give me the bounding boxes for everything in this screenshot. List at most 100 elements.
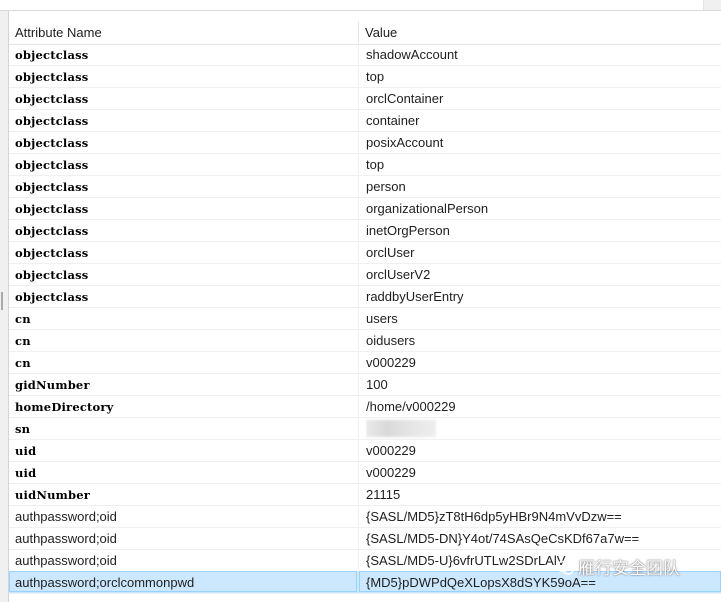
attribute-row[interactable]: uid v000229	[9, 462, 721, 484]
attribute-value-cell: v000229	[366, 443, 416, 458]
attribute-name-cell: uid	[15, 466, 37, 480]
attribute-row[interactable]: objectclass orclContainer	[9, 88, 721, 110]
attribute-row[interactable]: objectclass container	[9, 110, 721, 132]
attribute-table-body: objectclass shadowAccount objectclass top ob…	[9, 44, 721, 594]
attribute-row[interactable]: objectclass inetOrgPerson	[9, 220, 721, 242]
attribute-name-cell: authpassword;oid	[15, 531, 117, 546]
cell-divider	[358, 418, 359, 439]
attribute-value-cell: posixAccount	[366, 135, 444, 150]
attribute-row[interactable]: sn	[9, 418, 721, 440]
attribute-row[interactable]: objectclass top	[9, 154, 721, 176]
scrollbar-stub[interactable]	[703, 0, 721, 10]
attribute-value-cell: inetOrgPerson	[366, 223, 450, 238]
attribute-name-cell: objectclass	[15, 114, 89, 128]
attribute-value-cell: users	[366, 311, 398, 326]
column-header-value[interactable]: Value	[365, 22, 397, 44]
attribute-name-cell: objectclass	[15, 246, 89, 260]
attribute-name-cell: authpassword;orclcommonpwd	[9, 571, 357, 592]
cell-divider	[358, 132, 359, 153]
attribute-value-cell: raddbyUserEntry	[366, 289, 464, 304]
cell-divider	[358, 550, 359, 571]
splitter-grip[interactable]	[1, 292, 3, 310]
attribute-value-cell: 21115	[366, 487, 401, 502]
attribute-row[interactable]: uidNumber 21115	[9, 484, 721, 506]
attribute-table-header: Attribute Name Value	[9, 22, 721, 45]
redaction-blur	[366, 420, 436, 437]
cell-divider	[358, 198, 359, 219]
cell-divider	[358, 88, 359, 109]
attribute-row[interactable]: objectclass shadowAccount	[9, 44, 721, 66]
attribute-name-cell: objectclass	[15, 92, 89, 106]
attribute-name-cell: objectclass	[15, 224, 89, 238]
attribute-row[interactable]: homeDirectory/home/v000229	[9, 396, 721, 418]
attribute-name-cell: homeDirectory	[15, 400, 114, 414]
column-header-attribute-name[interactable]: Attribute Name	[15, 22, 102, 44]
cell-divider	[358, 528, 359, 549]
cell-divider	[358, 374, 359, 395]
cell-divider	[358, 66, 359, 87]
attribute-row[interactable]: objectclass orclUser	[9, 242, 721, 264]
attribute-row[interactable]: objectclass raddbyUserEntry	[9, 286, 721, 308]
attribute-value-cell: container	[366, 113, 420, 128]
attribute-row[interactable]: cn oidusers	[9, 330, 721, 352]
wechat-logo-icon	[556, 560, 574, 575]
attribute-value-cell: top	[366, 69, 385, 84]
attribute-row[interactable]: uid v000229	[9, 440, 721, 462]
top-strip	[0, 0, 721, 11]
attribute-value-cell: organizationalPerson	[366, 201, 489, 216]
attribute-row[interactable]: cn v000229	[9, 352, 721, 374]
attribute-value-cell: {SASL/MD5}zT8tH6dp5yHBr9N4mVvDzw==	[366, 509, 622, 524]
column-divider[interactable]	[358, 22, 359, 44]
attribute-row[interactable]: authpassword;oid {SASL/MD5}zT8tH6dp5yHBr9…	[9, 506, 721, 528]
attribute-name-cell: objectclass	[15, 48, 89, 62]
attribute-value-cell: orclContainer	[366, 91, 444, 106]
attribute-name-cell: authpassword;oid	[15, 509, 117, 524]
attribute-value-cell: orclUser	[366, 245, 415, 260]
attribute-value-cell: oidusers	[366, 333, 416, 348]
cell-divider	[358, 44, 359, 65]
attribute-row[interactable]: objectclass orclUserV2	[9, 264, 721, 286]
attribute-value-cell: /home/v000229	[366, 399, 456, 414]
attribute-name-cell: objectclass	[15, 70, 89, 84]
cell-divider	[358, 264, 359, 285]
cell-divider	[358, 462, 359, 483]
attribute-name-cell: cn	[15, 312, 31, 326]
cell-divider	[358, 154, 359, 175]
attribute-row[interactable]: authpassword;oid {SASL/MD5-DN}Y4ot/74SAsQ…	[9, 528, 721, 550]
redacted-value-cell	[366, 418, 716, 439]
attribute-name-cell: objectclass	[15, 180, 89, 194]
cell-divider	[358, 396, 359, 417]
attribute-name-cell: sn	[15, 422, 31, 436]
cell-divider	[358, 440, 359, 461]
cell-divider	[358, 352, 359, 373]
attribute-row[interactable]: gidNumber 100	[9, 374, 721, 396]
attribute-value-cell: orclUserV2	[366, 267, 431, 282]
attribute-value-cell: shadowAccount	[366, 47, 458, 62]
attribute-name-cell: authpassword;oid	[15, 553, 117, 568]
left-pane-edge[interactable]	[0, 11, 9, 602]
attribute-name-cell: gidNumber	[15, 378, 90, 392]
attribute-row[interactable]: cn users	[9, 308, 721, 330]
attribute-row[interactable]: objectclass organizationalPerson	[9, 198, 721, 220]
attribute-name-cell: cn	[15, 356, 31, 370]
attribute-row[interactable]: objectclass posixAccount	[9, 132, 721, 154]
attribute-name-cell: cn	[15, 334, 31, 348]
attribute-value-cell: {SASL/MD5-DN}Y4ot/74SAsQeCsKDf67a7w==	[366, 531, 640, 546]
cell-divider	[358, 308, 359, 329]
attribute-value-cell: person	[366, 179, 406, 194]
attribute-row[interactable]: objectclass person	[9, 176, 721, 198]
cell-divider	[358, 484, 359, 505]
attribute-name-cell: uidNumber	[15, 488, 91, 502]
watermark: 雁行安全团队	[556, 558, 680, 580]
cell-divider	[358, 110, 359, 131]
cell-divider	[358, 506, 359, 527]
attribute-value-cell: v000229	[366, 465, 416, 480]
attribute-name-cell: objectclass	[15, 268, 89, 282]
attribute-name-cell: objectclass	[15, 158, 89, 172]
cell-divider	[358, 176, 359, 197]
cell-divider	[358, 286, 359, 307]
cell-divider	[358, 220, 359, 241]
attribute-row[interactable]: objectclass top	[9, 66, 721, 88]
attribute-name-cell: objectclass	[15, 202, 89, 216]
cell-divider	[358, 330, 359, 351]
